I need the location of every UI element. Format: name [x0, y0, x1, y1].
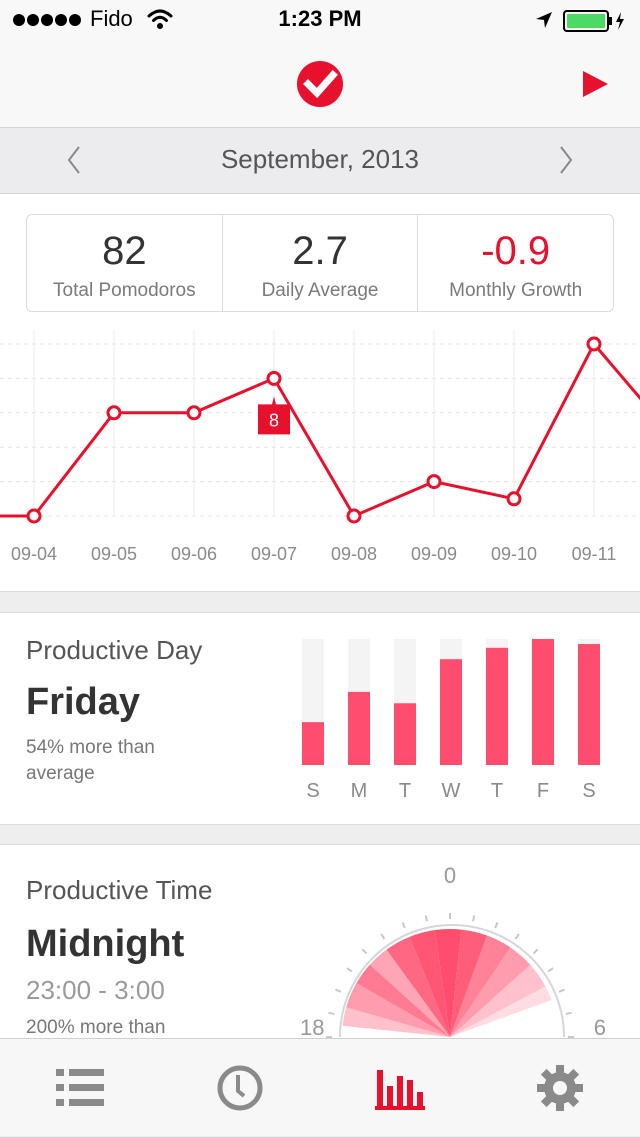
- x-tick-label: 09-11: [572, 544, 617, 564]
- bar-category-label: M: [351, 780, 368, 802]
- play-icon[interactable]: [580, 70, 610, 103]
- dial-tick: [494, 922, 499, 929]
- stat-growth: -0.9 Monthly Growth: [418, 215, 613, 311]
- x-tick-label: 09-08: [331, 544, 377, 564]
- checkmark-logo-icon: [296, 60, 344, 113]
- series-line: [0, 342, 640, 518]
- x-tick-label: 09-07: [251, 544, 297, 564]
- line-chart: 09-04 09-05 09-06 09-07 09-08 09-09 09-10 09-11…: [0, 330, 640, 564]
- data-point[interactable]: [186, 405, 202, 421]
- productive-time-sub: 200% more than: [26, 1017, 166, 1038]
- bar-category-label: F: [537, 780, 549, 802]
- dial-tick: [532, 948, 539, 955]
- bar: [348, 691, 370, 765]
- x-tick-label: 09-10: [491, 544, 537, 564]
- tab-timer[interactable]: [160, 1039, 320, 1137]
- bar-category-label: T: [399, 780, 411, 802]
- data-point[interactable]: [266, 370, 282, 386]
- bar-chart-icon: [375, 1070, 425, 1110]
- data-point[interactable]: [506, 491, 522, 507]
- stat-value: -0.9: [481, 229, 551, 273]
- productive-day-card: Productive Day Friday 54% more than aver…: [0, 612, 640, 825]
- summary-card: 82 Total Pomodoros 2.7 Daily Average -0.…: [0, 194, 640, 592]
- bar: [440, 659, 462, 765]
- data-point[interactable]: [346, 508, 362, 524]
- x-tick-label: 09-04: [11, 544, 57, 564]
- stat-label: Daily Average: [261, 280, 379, 301]
- stat-value: 82: [102, 229, 147, 273]
- dial-tick: [361, 948, 368, 955]
- dial-tick: [401, 922, 406, 929]
- dial-tick: [380, 933, 386, 940]
- gear-icon: [537, 1065, 583, 1111]
- stat-label: Monthly Growth: [449, 280, 583, 301]
- dial-tick: [558, 988, 565, 993]
- bar: [578, 644, 600, 765]
- weekday-bar-chart: SMTWTFS: [302, 639, 600, 802]
- productive-time-value: Midnight: [26, 923, 185, 965]
- battery-icon: [563, 9, 627, 38]
- productive-day-sub1: 54% more than: [26, 737, 155, 758]
- x-tick-label: 09-06: [171, 544, 217, 564]
- x-tick-label: 09-05: [91, 544, 137, 564]
- month-label: September, 2013: [220, 144, 420, 174]
- month-selector: September, 2013: [0, 128, 640, 194]
- bar-category-label: S: [582, 780, 595, 802]
- productive-time-range: 23:00 - 3:00: [26, 975, 165, 1005]
- dial-label-left: 18: [300, 1015, 324, 1040]
- stat-total: 82 Total Pomodoros: [27, 215, 223, 311]
- productive-day-sub2: average: [26, 763, 95, 784]
- time-dial: 0 18 6: [300, 863, 606, 1040]
- section-title: Productive Day: [26, 635, 203, 665]
- tab-settings[interactable]: [480, 1039, 640, 1137]
- clock-icon: [217, 1065, 263, 1111]
- data-point[interactable]: [26, 508, 42, 524]
- dial-tick: [335, 988, 342, 993]
- dial-tick: [565, 1011, 572, 1015]
- bar: [532, 639, 554, 765]
- status-bar: Fido 1:23 PM: [0, 0, 640, 40]
- dial-tick: [514, 933, 520, 940]
- tab-statistics[interactable]: [320, 1039, 480, 1137]
- dial-tick: [424, 915, 428, 922]
- chevron-right-icon[interactable]: [556, 144, 576, 181]
- dial-tick: [547, 967, 554, 973]
- stats-box: 82 Total Pomodoros 2.7 Daily Average -0.…: [26, 214, 614, 312]
- dial-label-right: 6: [594, 1015, 606, 1040]
- data-point[interactable]: [586, 336, 602, 352]
- bar-category-label: S: [306, 780, 319, 802]
- stat-label: Total Pomodoros: [53, 280, 196, 301]
- tab-bar: [0, 1038, 640, 1136]
- data-point[interactable]: [106, 405, 122, 421]
- dial-tick: [472, 915, 476, 922]
- bar: [302, 722, 324, 765]
- data-point[interactable]: [426, 474, 442, 490]
- location-arrow-icon: [534, 10, 554, 35]
- nav-bar: [0, 40, 640, 128]
- stat-value: 2.7: [292, 229, 348, 273]
- dial-tick: [346, 967, 353, 973]
- bar: [486, 647, 508, 765]
- list-icon: [56, 1069, 104, 1106]
- dial-tick: [328, 1011, 335, 1015]
- productive-day-value: Friday: [26, 681, 141, 723]
- section-title: Productive Time: [26, 875, 213, 905]
- bar: [394, 703, 416, 765]
- stat-average: 2.7 Daily Average: [223, 215, 419, 311]
- bar-category-label: T: [491, 780, 503, 802]
- bar-category-label: W: [442, 780, 461, 802]
- tab-list[interactable]: [0, 1039, 160, 1137]
- dial-label-top: 0: [444, 863, 456, 888]
- dial-wedges: [342, 929, 552, 1037]
- x-tick-label: 09-09: [411, 544, 457, 564]
- tooltip-label: 8: [269, 410, 279, 430]
